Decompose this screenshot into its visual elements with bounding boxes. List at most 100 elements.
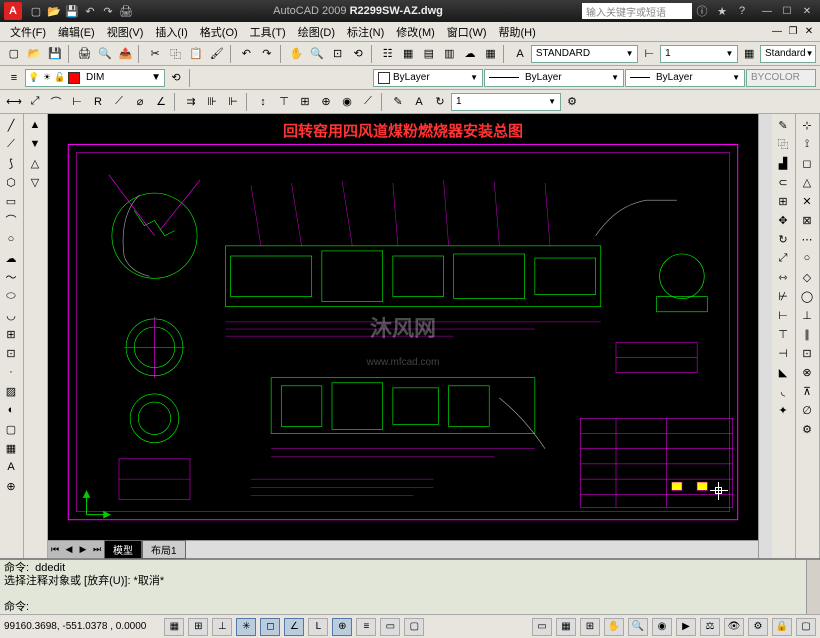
front-icon[interactable]: ▲ bbox=[25, 116, 45, 134]
menu-dimension[interactable]: 标注(N) bbox=[341, 22, 390, 42]
doc-close-button[interactable]: ✕ bbox=[802, 25, 816, 39]
none-icon[interactable]: ∅ bbox=[797, 401, 817, 419]
ellipse-arc-icon[interactable]: ◡ bbox=[1, 306, 21, 324]
extension-icon[interactable]: ⋯ bbox=[797, 230, 817, 248]
offset-icon[interactable]: ⊂ bbox=[773, 173, 793, 191]
menu-insert[interactable]: 插入(I) bbox=[149, 22, 193, 42]
cmd-prompt[interactable]: 命令: bbox=[4, 601, 802, 614]
copy-icon[interactable]: ⿻ bbox=[166, 44, 186, 64]
dim-style-mgr-icon[interactable]: ⚙ bbox=[562, 92, 582, 112]
tab-next-icon[interactable]: ▶ bbox=[76, 542, 90, 558]
tab-first-icon[interactable]: ⏮ bbox=[48, 542, 62, 558]
linetype-dropdown[interactable]: ByLayer▼ bbox=[484, 69, 624, 87]
dim-tedit-icon[interactable]: A bbox=[409, 92, 429, 112]
matchprop-icon[interactable]: 🖌 bbox=[207, 44, 227, 64]
lwt-toggle[interactable]: ≡ bbox=[356, 618, 376, 636]
quickview-layouts-icon[interactable]: ▦ bbox=[556, 618, 576, 636]
qp-toggle[interactable]: ▭ bbox=[380, 618, 400, 636]
arc-icon[interactable]: ⌒ bbox=[1, 211, 21, 229]
help-icon[interactable]: ? bbox=[732, 1, 752, 21]
model-space-button[interactable]: ▭ bbox=[532, 618, 552, 636]
dim-continue-icon[interactable]: ⊩ bbox=[223, 92, 243, 112]
tolerance-icon[interactable]: ⊞ bbox=[295, 92, 315, 112]
mirror-icon[interactable]: ▟ bbox=[773, 154, 793, 172]
dim-angular-icon[interactable]: ∠ bbox=[151, 92, 171, 112]
annoscale-icon[interactable]: ⚖ bbox=[700, 618, 720, 636]
join-icon[interactable]: ⊣ bbox=[773, 344, 793, 362]
dim-aligned-icon[interactable]: ⤢ bbox=[25, 92, 45, 112]
color-dropdown[interactable]: ByLayer▼ bbox=[373, 69, 483, 87]
menu-file[interactable]: 文件(F) bbox=[4, 22, 52, 42]
command-line[interactable]: 命令: ddedit 选择注释对象或 [放弃(U)]: *取消* 命令: bbox=[0, 558, 820, 614]
menu-draw[interactable]: 绘图(D) bbox=[292, 22, 341, 42]
redo-icon[interactable]: ↷ bbox=[100, 3, 116, 19]
paste-icon[interactable]: 📋 bbox=[186, 44, 206, 64]
quickview-drawings-icon[interactable]: ⊞ bbox=[580, 618, 600, 636]
redo-icon[interactable]: ↷ bbox=[257, 44, 277, 64]
jog-line-icon[interactable]: ⟋ bbox=[358, 92, 378, 112]
dim-linear-icon[interactable]: ⟷ bbox=[4, 92, 24, 112]
drawing-canvas[interactable]: 回转窑用四风道煤粉燃烧器安装总图 bbox=[48, 114, 758, 540]
dim-style-dropdown2[interactable]: 1▼ bbox=[451, 93, 561, 111]
dim-diameter-icon[interactable]: ⌀ bbox=[130, 92, 150, 112]
polygon-icon[interactable]: ⬡ bbox=[1, 173, 21, 191]
maximize-button[interactable]: ☐ bbox=[778, 4, 796, 18]
circle-icon[interactable]: ○ bbox=[1, 230, 21, 248]
horizontal-scrollbar[interactable] bbox=[186, 541, 758, 558]
vertical-scrollbar[interactable] bbox=[758, 114, 772, 558]
cut-icon[interactable]: ✂ bbox=[145, 44, 165, 64]
polar-toggle[interactable]: ✳ bbox=[236, 618, 256, 636]
cleanscreen-icon[interactable]: ▢ bbox=[796, 618, 816, 636]
save-icon[interactable]: 💾 bbox=[45, 44, 65, 64]
toolbar-lock-icon[interactable]: 🔒 bbox=[772, 618, 792, 636]
center-mark-icon[interactable]: ⊕ bbox=[316, 92, 336, 112]
undo-icon[interactable]: ↶ bbox=[82, 3, 98, 19]
osnap-toggle[interactable]: ◻ bbox=[260, 618, 280, 636]
fillet-icon[interactable]: ◟ bbox=[773, 382, 793, 400]
zoom-icon[interactable]: 🔍 bbox=[307, 44, 327, 64]
insert-snap-icon[interactable]: ⊡ bbox=[797, 344, 817, 362]
point-icon[interactable]: · bbox=[1, 363, 21, 381]
menu-help[interactable]: 帮助(H) bbox=[493, 22, 542, 42]
dim-arc-icon[interactable]: ⌒ bbox=[46, 92, 66, 112]
break-icon[interactable]: ⊤ bbox=[773, 325, 793, 343]
parallel-icon[interactable]: ∥ bbox=[797, 325, 817, 343]
dim-quick-icon[interactable]: ⇉ bbox=[181, 92, 201, 112]
annovis-icon[interactable]: 👁 bbox=[724, 618, 744, 636]
dim-baseline-icon[interactable]: ⊪ bbox=[202, 92, 222, 112]
explode-icon[interactable]: ✦ bbox=[773, 401, 793, 419]
text-style-icon[interactable]: A bbox=[510, 44, 530, 64]
rectangle-icon[interactable]: ▭ bbox=[1, 192, 21, 210]
ducs-toggle[interactable]: L bbox=[308, 618, 328, 636]
design-center-icon[interactable]: ▦ bbox=[398, 44, 418, 64]
dim-style-icon[interactable]: ⊢ bbox=[639, 44, 659, 64]
new-icon[interactable]: ▢ bbox=[28, 3, 44, 19]
dyn-toggle[interactable]: ⊕ bbox=[332, 618, 352, 636]
plotstyle-dropdown[interactable]: BYCOLOR bbox=[746, 69, 816, 87]
layer-dropdown[interactable]: 💡 ☀ 🔓 DIM ▼ bbox=[25, 69, 165, 87]
cmd-scrollbar[interactable] bbox=[806, 560, 820, 614]
showmotion-icon[interactable]: ▶ bbox=[676, 618, 696, 636]
region-icon[interactable]: ▢ bbox=[1, 420, 21, 438]
menu-format[interactable]: 格式(O) bbox=[194, 22, 244, 42]
otrack-toggle[interactable]: ∠ bbox=[284, 618, 304, 636]
close-button[interactable]: ✕ bbox=[798, 4, 816, 18]
table-style-dropdown[interactable]: Standard▼ bbox=[760, 45, 816, 63]
midpoint-icon[interactable]: △ bbox=[797, 173, 817, 191]
tool-palette-icon[interactable]: ▤ bbox=[419, 44, 439, 64]
perp-icon[interactable]: ⊥ bbox=[797, 306, 817, 324]
spline-icon[interactable]: 〜 bbox=[1, 268, 21, 286]
mtext-icon[interactable]: A bbox=[1, 458, 21, 476]
grid-toggle[interactable]: ⊞ bbox=[188, 618, 208, 636]
coordinates[interactable]: 99160.3698, -551.0378 , 0.0000 bbox=[4, 621, 146, 632]
scale-icon[interactable]: ⤢ bbox=[773, 249, 793, 267]
erase-icon[interactable]: ✎ bbox=[773, 116, 793, 134]
tab-last-icon[interactable]: ⏭ bbox=[90, 542, 104, 558]
hatch-icon[interactable]: ▨ bbox=[1, 382, 21, 400]
zoom-status-icon[interactable]: 🔍 bbox=[628, 618, 648, 636]
table-style-icon[interactable]: ▦ bbox=[739, 44, 759, 64]
zoom-prev-icon[interactable]: ⟲ bbox=[348, 44, 368, 64]
markup-icon[interactable]: ☁ bbox=[460, 44, 480, 64]
rotate-icon[interactable]: ↻ bbox=[773, 230, 793, 248]
nearest-icon[interactable]: ⊼ bbox=[797, 382, 817, 400]
